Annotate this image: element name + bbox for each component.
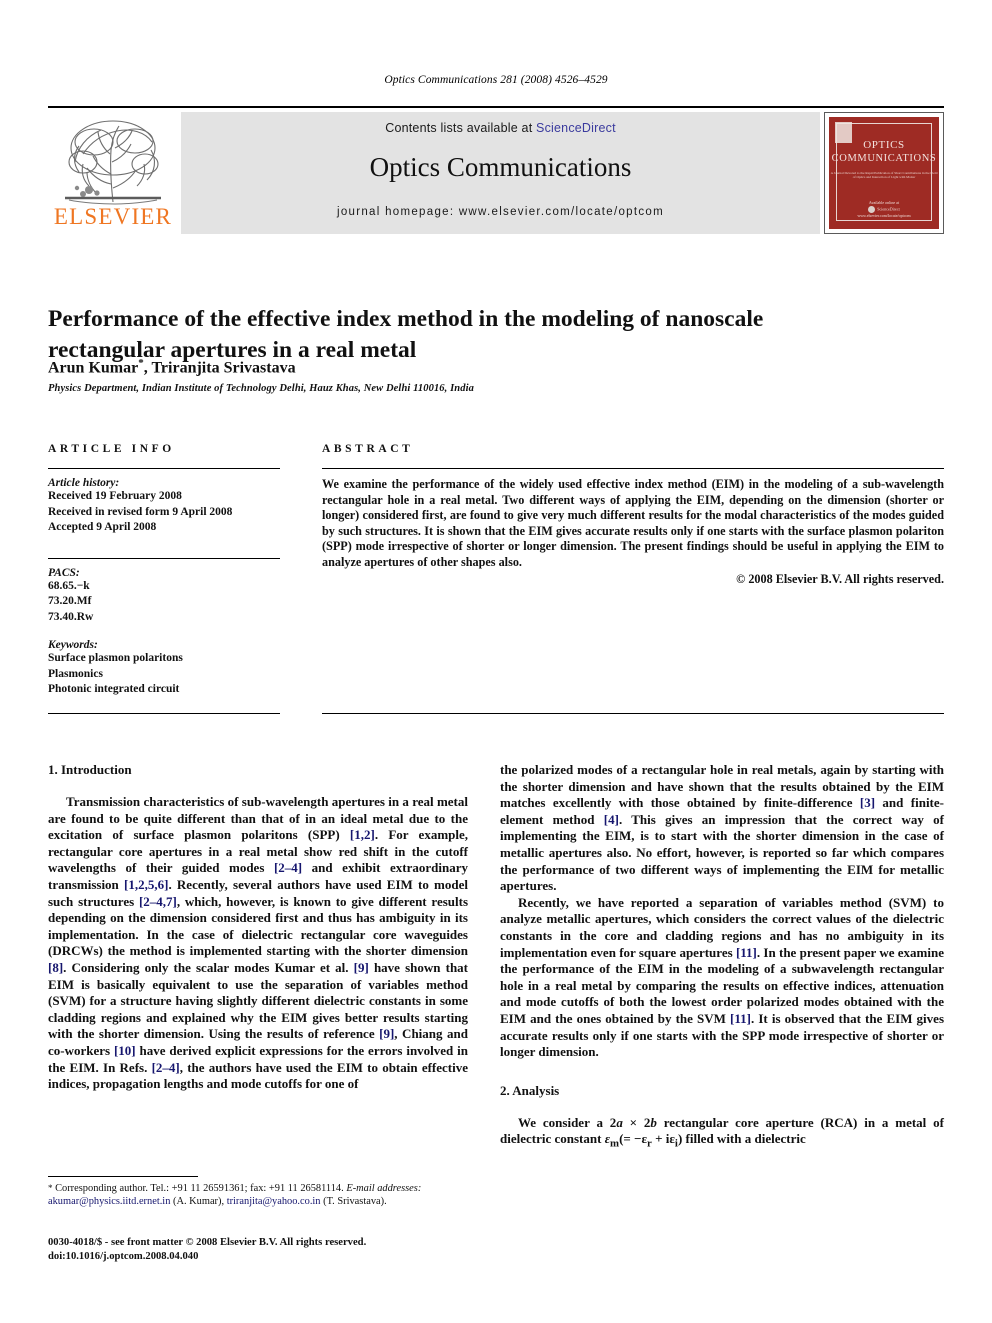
elsevier-tree-icon: [65, 120, 161, 205]
s1p1-f: . Considering only the scalar modes Kuma…: [63, 959, 354, 975]
article-info-rule-2: [48, 557, 280, 559]
imprint-doi-line: doi:10.1016/j.optcom.2008.04.040: [48, 1250, 199, 1262]
article-info-column: ARTICLE INFO Article history: Received 1…: [48, 443, 280, 698]
article-info-rule: [48, 468, 280, 469]
affiliation: Physics Department, Indian Institute of …: [48, 383, 474, 394]
elsevier-wordmark: ELSEVIER: [53, 204, 173, 229]
pacs-code-2: 73.20.Mf: [48, 595, 92, 607]
footnote-block: * Corresponding author. Tel.: +91 11 265…: [48, 1182, 468, 1208]
section-2-heading: 2. Analysis: [500, 1082, 560, 1098]
cover-background: OPTICS COMMUNICATIONS A Journal Devoted …: [829, 117, 939, 229]
email-owner-1: (A. Kumar),: [170, 1196, 227, 1208]
article-info-bottom-rule: [48, 713, 280, 714]
history-received: Received 19 February 2008: [48, 490, 182, 502]
keywords-label: Keywords:: [48, 639, 98, 651]
history-accepted: Accepted 9 April 2008: [48, 521, 157, 533]
section-1-heading: 1. Introduction: [48, 762, 132, 777]
pacs-code-3: 73.40.Rw: [48, 610, 94, 623]
author-list: Arun Kumar*, Triranjita Srivastava: [48, 357, 768, 377]
article-info-heading: ARTICLE INFO: [48, 443, 175, 455]
imprint-block: 0030-4018/$ - see front matter © 2008 El…: [48, 1236, 478, 1263]
sciencedirect-link[interactable]: ScienceDirect: [536, 121, 616, 135]
s2p1-f: ) filled with a dielectric: [677, 1131, 806, 1147]
citation-8[interactable]: [8]: [48, 960, 63, 975]
citation-9-b[interactable]: [9]: [379, 1026, 394, 1041]
keyword-3: Photonic integrated circuit: [48, 683, 180, 695]
imprint-issn-line: 0030-4018/$ - see front matter © 2008 El…: [48, 1237, 367, 1248]
journal-title: Optics Communications: [369, 152, 632, 182]
section-1-paragraph-1: Transmission characteristics of sub-wave…: [48, 794, 468, 1093]
s2p1-a: We consider a 2: [518, 1114, 617, 1130]
contents-available-line: Contents lists available at ScienceDirec…: [181, 121, 820, 135]
s2p1-e: + iε: [651, 1131, 675, 1147]
masthead-center-band: Contents lists available at ScienceDirec…: [181, 112, 820, 234]
body-column-left: 1. Introduction Transmission characteris…: [48, 762, 468, 1093]
cover-footer-available: Available online at: [868, 200, 900, 205]
elsevier-logo: ELSEVIER: [48, 112, 178, 234]
s2p1-b: × 2: [622, 1114, 651, 1130]
citation-2-4[interactable]: [2–4]: [274, 860, 302, 875]
email-link-2[interactable]: triranjita@yahoo.co.in: [227, 1196, 321, 1207]
abstract-text: We examine the performance of the widely…: [322, 477, 944, 569]
body-column-right: the polarized modes of a rectangular hol…: [500, 762, 944, 1152]
right-paragraph-2: Recently, we have reported a separation …: [500, 895, 944, 1061]
cover-title-line2: COMMUNICATIONS: [831, 153, 937, 164]
citation-9[interactable]: [9]: [354, 960, 369, 975]
email-addresses-label: E-mail addresses:: [346, 1183, 422, 1194]
abstract-rule: [322, 468, 944, 469]
abstract-bottom-rule: [322, 713, 944, 714]
citation-11-b[interactable]: [11]: [730, 1011, 751, 1026]
cover-title-line1: OPTICS: [863, 139, 905, 151]
cover-subtitle: A Journal Devoted to the Rapid Publicati…: [830, 171, 938, 179]
abstract-copyright: © 2008 Elsevier B.V. All rights reserved…: [736, 571, 944, 586]
citation-1-2-5-6[interactable]: [1,2,5,6]: [124, 877, 168, 892]
footnote-separator: [48, 1176, 198, 1177]
email-owner-2: (T. Srivastava).: [320, 1196, 387, 1208]
author-primary: Arun Kumar: [48, 359, 139, 377]
journal-cover-thumbnail: OPTICS COMMUNICATIONS A Journal Devoted …: [824, 112, 944, 234]
cover-footer-url: www.elsevier.com/locate/optcom: [857, 213, 911, 218]
cover-sciencedirect-ball-icon: [868, 206, 876, 213]
masthead-inner: ELSEVIER Contents lists available at Sci…: [48, 112, 944, 234]
section-2-paragraph-1: We consider a 2a × 2b rectangular core a…: [500, 1115, 944, 1153]
contents-prefix: Contents lists available at: [385, 121, 537, 135]
pacs-code-1: 68.65.−k: [48, 579, 90, 592]
journal-homepage-link[interactable]: journal homepage: www.elsevier.com/locat…: [181, 206, 820, 218]
citation-2-4-b[interactable]: [2–4]: [152, 1060, 180, 1075]
right-paragraph-continued: the polarized modes of a rectangular hol…: [500, 762, 944, 895]
history-revised: Received in revised form 9 April 2008: [48, 505, 233, 518]
pacs-label: PACS:: [48, 566, 80, 579]
corresponding-author-note: Corresponding author. Tel.: +91 11 26591…: [52, 1183, 344, 1194]
abstract-column: ABSTRACT We examine the performance of t…: [322, 443, 944, 587]
author-secondary: , Triranjita Srivastava: [143, 359, 296, 377]
cover-footer: Available online at ScienceDirect www.el…: [829, 200, 939, 219]
keyword-1: Surface plasmon polaritons: [48, 652, 183, 664]
citation-10[interactable]: [10]: [114, 1043, 136, 1058]
citation-3[interactable]: [3]: [860, 795, 875, 810]
s2p1-d: (= −ε: [619, 1131, 648, 1147]
abstract-heading: ABSTRACT: [322, 443, 414, 455]
article-page: Optics Communications 281 (2008) 4526–45…: [0, 0, 992, 1323]
citation-2-4-7[interactable]: [2–4,7]: [139, 894, 177, 909]
citation-11[interactable]: [11]: [736, 945, 757, 960]
citation-4[interactable]: [4]: [604, 812, 619, 827]
cover-footer-sd: ScienceDirect: [877, 206, 900, 212]
citation-1-2[interactable]: [1,2]: [350, 827, 375, 842]
running-head: Optics Communications 281 (2008) 4526–45…: [384, 74, 608, 86]
s2p1-sub-m: m: [610, 1137, 620, 1150]
email-link-1[interactable]: akumar@physics.iitd.ernet.in: [48, 1196, 170, 1207]
article-history-label: Article history:: [48, 477, 120, 489]
journal-masthead: ELSEVIER Contents lists available at Sci…: [48, 106, 944, 234]
keyword-2: Plasmonics: [48, 667, 103, 680]
